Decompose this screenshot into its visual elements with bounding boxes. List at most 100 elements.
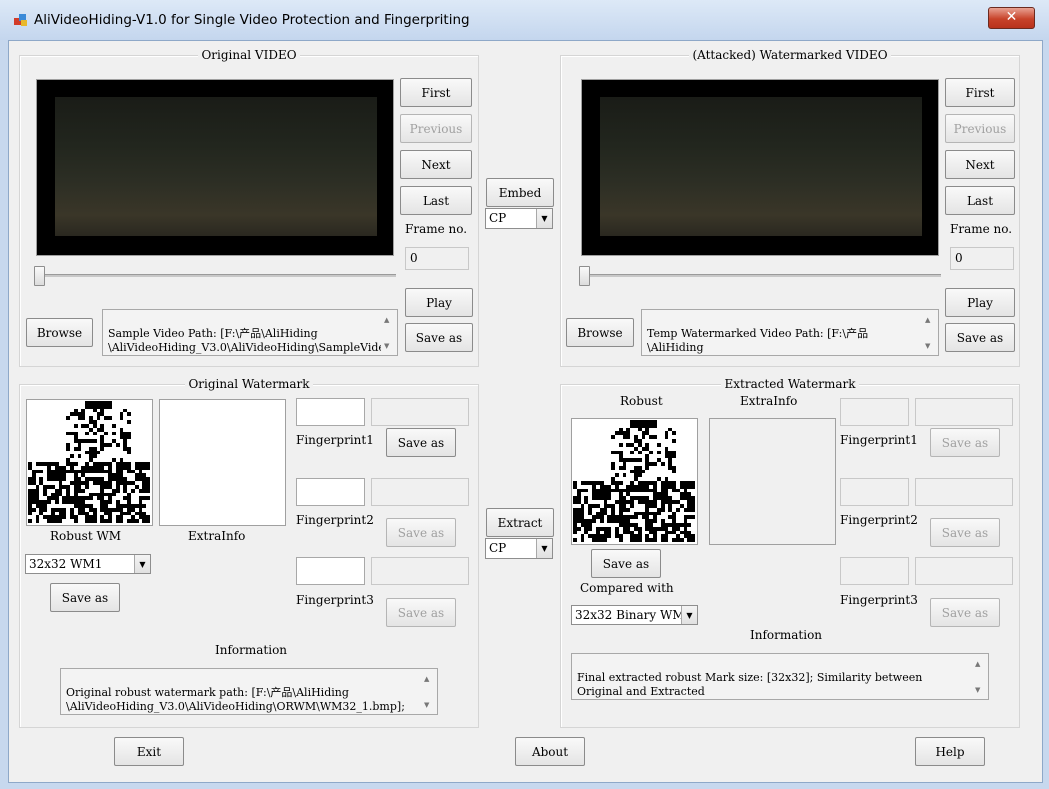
- fingerprint3-code-field[interactable]: [296, 557, 365, 585]
- save-watermark-button[interactable]: Save as: [50, 583, 120, 612]
- original-watermark-group: Original Watermark Robust WM ExtraInfo 3…: [19, 377, 479, 728]
- fingerprint3-save-button[interactable]: Save as: [930, 598, 1000, 627]
- embed-button[interactable]: Embed: [486, 178, 554, 207]
- info-scrollbar[interactable]: ▲ ▼: [972, 654, 988, 699]
- compare-select[interactable]: 32x32 Binary WM1 ▼: [571, 605, 698, 625]
- extra-info-label: ExtraInfo: [188, 529, 246, 543]
- scroll-up-icon[interactable]: ▲: [925, 313, 930, 327]
- video-info-textarea: Temp Watermarked Video Path: [F:\产品\AliH…: [641, 309, 939, 356]
- video-info-textarea: Sample Video Path: [F:\产品\AliHiding \Ali…: [102, 309, 398, 356]
- chevron-down-icon[interactable]: ▼: [536, 209, 552, 228]
- fingerprint1-code-field: [840, 398, 909, 426]
- fingerprint1-code-field[interactable]: [296, 398, 365, 426]
- chevron-down-icon[interactable]: ▼: [134, 555, 150, 573]
- robust-wm-label: Robust WM: [50, 529, 122, 543]
- scroll-down-icon[interactable]: ▼: [424, 698, 429, 712]
- video-frame-image: [600, 97, 922, 236]
- last-frame-button[interactable]: Last: [945, 186, 1015, 215]
- extra-info-box: [709, 418, 836, 545]
- scroll-down-icon[interactable]: ▼: [384, 339, 389, 353]
- watermark-select-value: 32x32 WM1: [29, 557, 103, 571]
- first-frame-button[interactable]: First: [400, 78, 472, 107]
- original-video-preview: [36, 79, 394, 256]
- watermark-bitmap: [573, 420, 695, 542]
- previous-frame-button[interactable]: Previous: [945, 114, 1015, 143]
- fingerprint1-save-button[interactable]: Save as: [386, 428, 456, 457]
- extract-button[interactable]: Extract: [486, 508, 554, 537]
- robust-watermark-image: [26, 399, 153, 526]
- scroll-up-icon[interactable]: ▲: [384, 313, 389, 327]
- first-frame-button[interactable]: First: [945, 78, 1015, 107]
- browse-button[interactable]: Browse: [566, 318, 634, 347]
- extracted-watermark-image: [571, 418, 698, 545]
- fingerprint3-value-field: [371, 557, 469, 585]
- fingerprint2-save-button[interactable]: Save as: [930, 518, 1000, 547]
- frame-slider-thumb[interactable]: [579, 266, 590, 286]
- extract-mode-select[interactable]: CP ▼: [485, 538, 553, 559]
- video-info-text: Sample Video Path: [F:\产品\AliHiding \Ali…: [108, 327, 392, 354]
- fingerprint2-code-field: [840, 478, 909, 506]
- app-window: AliVideoHiding-V1.0 for Single Video Pro…: [0, 0, 1049, 789]
- extracted-info-textarea: Final extracted robust Mark size: [32x32…: [571, 653, 989, 700]
- close-button[interactable]: ✕: [988, 7, 1035, 29]
- fingerprint3-label: Fingerprint3: [840, 593, 918, 607]
- exit-button[interactable]: Exit: [114, 737, 184, 766]
- embed-mode-select[interactable]: CP ▼: [485, 208, 553, 229]
- scroll-down-icon[interactable]: ▼: [975, 683, 980, 697]
- frame-no-label: Frame no.: [950, 222, 1013, 236]
- info-scrollbar[interactable]: ▲ ▼: [381, 310, 397, 355]
- frame-no-field[interactable]: 0: [950, 247, 1014, 270]
- next-frame-button[interactable]: Next: [400, 150, 472, 179]
- scroll-down-icon[interactable]: ▼: [925, 339, 930, 353]
- fingerprint1-value-field: [915, 398, 1013, 426]
- title-bar: AliVideoHiding-V1.0 for Single Video Pro…: [0, 0, 1049, 40]
- fingerprint2-save-button[interactable]: Save as: [386, 518, 456, 547]
- watermarked-video-preview: [581, 79, 939, 256]
- watermark-bitmap: [28, 401, 150, 523]
- play-button[interactable]: Play: [945, 288, 1015, 317]
- frame-no-label: Frame no.: [405, 222, 468, 236]
- compare-select-value: 32x32 Binary WM1: [575, 608, 693, 622]
- browse-button[interactable]: Browse: [26, 318, 93, 347]
- fingerprint2-label: Fingerprint2: [296, 513, 374, 527]
- save-video-button[interactable]: Save as: [405, 323, 473, 352]
- window-title: AliVideoHiding-V1.0 for Single Video Pro…: [34, 12, 470, 28]
- scroll-up-icon[interactable]: ▲: [424, 672, 429, 686]
- extracted-watermark-group: Extracted Watermark Robust ExtraInfo Sav…: [560, 377, 1020, 728]
- info-scrollbar[interactable]: ▲ ▼: [922, 310, 938, 355]
- chevron-down-icon[interactable]: ▼: [681, 606, 697, 624]
- frame-slider-thumb[interactable]: [34, 266, 45, 286]
- save-extracted-button[interactable]: Save as: [591, 549, 661, 578]
- last-frame-button[interactable]: Last: [400, 186, 472, 215]
- scroll-up-icon[interactable]: ▲: [975, 657, 980, 671]
- extracted-info-text: Final extracted robust Mark size: [32x32…: [577, 671, 923, 698]
- fingerprint1-label: Fingerprint1: [840, 433, 918, 447]
- about-button[interactable]: About: [515, 737, 585, 766]
- play-button[interactable]: Play: [405, 288, 473, 317]
- frame-no-field[interactable]: 0: [405, 247, 469, 270]
- fingerprint3-save-button[interactable]: Save as: [386, 598, 456, 627]
- fingerprint2-code-field[interactable]: [296, 478, 365, 506]
- info-scrollbar[interactable]: ▲ ▼: [421, 669, 437, 714]
- video-frame-image: [55, 97, 377, 236]
- fingerprint3-code-field: [840, 557, 909, 585]
- embed-mode-value: CP: [489, 211, 507, 225]
- chevron-down-icon[interactable]: ▼: [536, 539, 552, 558]
- original-video-group: Original VIDEO First Previous Next Last …: [19, 48, 479, 367]
- watermark-select[interactable]: 32x32 WM1 ▼: [25, 554, 151, 574]
- previous-frame-button[interactable]: Previous: [400, 114, 472, 143]
- watermark-pixel: [146, 519, 150, 523]
- frame-slider-track: [36, 274, 396, 277]
- fingerprint2-label: Fingerprint2: [840, 513, 918, 527]
- watermark-info-textarea: Original robust watermark path: [F:\产品\A…: [60, 668, 438, 715]
- fingerprint1-save-button[interactable]: Save as: [930, 428, 1000, 457]
- save-video-button[interactable]: Save as: [945, 323, 1015, 352]
- information-label: Information: [215, 643, 288, 657]
- fingerprint2-value-field: [371, 478, 469, 506]
- compared-with-label: Compared with: [580, 581, 674, 595]
- help-button[interactable]: Help: [915, 737, 985, 766]
- next-frame-button[interactable]: Next: [945, 150, 1015, 179]
- fingerprint3-label: Fingerprint3: [296, 593, 374, 607]
- watermark-info-text: Original robust watermark path: [F:\产品\A…: [66, 686, 405, 713]
- video-info-text: Temp Watermarked Video Path: [F:\产品\AliH…: [647, 327, 869, 354]
